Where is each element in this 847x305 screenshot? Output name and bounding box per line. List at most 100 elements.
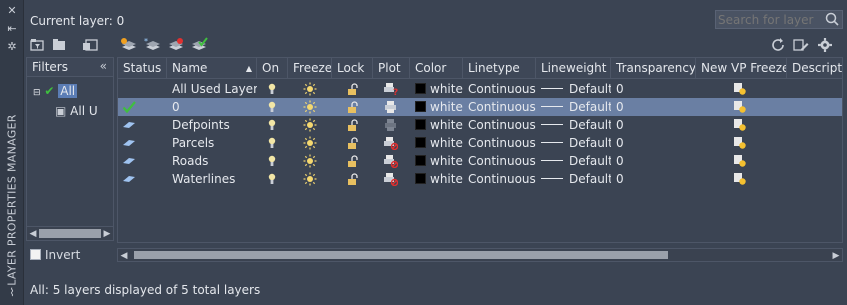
grid-scrollbar[interactable]: ◀ ▶: [117, 248, 843, 262]
unlock-icon[interactable]: [346, 154, 360, 168]
layer-lineweight[interactable]: Default: [536, 134, 611, 152]
properties-gear-icon[interactable]: ✲: [5, 40, 19, 54]
layer-icon[interactable]: [122, 136, 136, 150]
search-icon[interactable]: [824, 11, 840, 27]
new-vp-freeze-icon[interactable]: [733, 118, 747, 132]
filter-tree-all-used[interactable]: ▣ All U: [55, 104, 98, 122]
layer-transparency[interactable]: 0: [611, 80, 696, 98]
layer-row[interactable]: Parcels white Continuous Default 0: [118, 134, 842, 152]
layer-lineweight[interactable]: Default: [536, 98, 611, 116]
auto-hide-icon[interactable]: ⇤: [5, 22, 19, 36]
printer-icon[interactable]: [384, 100, 398, 114]
layer-linetype[interactable]: Continuous: [463, 80, 536, 98]
col-freeze[interactable]: Freeze: [288, 58, 332, 79]
col-description[interactable]: Descripti: [787, 58, 842, 79]
col-plot[interactable]: Plot: [373, 58, 410, 79]
layer-icon[interactable]: [122, 154, 136, 168]
sun-thaw-icon[interactable]: [303, 82, 317, 96]
layer-name[interactable]: All Used Layers: [167, 80, 257, 98]
sun-thaw-icon[interactable]: [303, 154, 317, 168]
filters-scrollbar[interactable]: ◀ ▶: [27, 226, 113, 240]
layer-lineweight[interactable]: Default: [536, 116, 611, 134]
new-vp-freeze-icon[interactable]: [733, 100, 747, 114]
refresh-icon[interactable]: [770, 37, 788, 53]
lightbulb-on-icon[interactable]: [265, 136, 279, 150]
layer-row[interactable]: Waterlines white Continuous Default 0: [118, 170, 842, 188]
layer-color[interactable]: white: [410, 116, 463, 134]
scroll-left-icon[interactable]: ◀: [118, 249, 130, 263]
tree-collapse-icon[interactable]: ⊟: [33, 88, 41, 98]
set-current-icon[interactable]: [190, 37, 208, 53]
layer-name[interactable]: 0: [167, 98, 257, 116]
layer-lineweight[interactable]: Default: [536, 152, 611, 170]
printer-no-plot-icon[interactable]: [384, 172, 399, 187]
new-layer-icon[interactable]: [120, 37, 138, 53]
scroll-thumb[interactable]: [134, 251, 668, 259]
lightbulb-on-icon[interactable]: [265, 154, 279, 168]
col-status[interactable]: Status: [118, 58, 167, 79]
lightbulb-on-icon[interactable]: [265, 82, 279, 96]
unlock-icon[interactable]: [346, 136, 360, 150]
layer-linetype[interactable]: Continuous: [463, 134, 536, 152]
layer-color[interactable]: white: [410, 152, 463, 170]
lightbulb-on-icon[interactable]: [265, 172, 279, 186]
layer-color[interactable]: white: [410, 170, 463, 188]
layer-row[interactable]: Roads white Continuous Default 0: [118, 152, 842, 170]
collapse-filters-icon[interactable]: «: [100, 59, 107, 73]
layer-row[interactable]: 0 white Continuous Default 0: [118, 98, 842, 116]
layer-settings-icon[interactable]: [792, 37, 810, 53]
invert-checkbox[interactable]: [30, 249, 41, 260]
layer-color[interactable]: white: [410, 98, 463, 116]
new-vp-freeze-icon[interactable]: [733, 82, 747, 96]
scroll-right-icon[interactable]: ▶: [830, 249, 842, 263]
layer-name[interactable]: Parcels: [167, 134, 257, 152]
new-vp-freeze-icon[interactable]: [733, 172, 747, 186]
new-layer-vp-frozen-icon[interactable]: *: [144, 37, 162, 53]
printer-no-plot-icon[interactable]: [384, 118, 398, 132]
col-lock[interactable]: Lock: [332, 58, 373, 79]
unlock-icon[interactable]: [346, 100, 360, 114]
new-vp-freeze-icon[interactable]: [733, 136, 747, 150]
sun-thaw-icon[interactable]: [303, 100, 317, 114]
unlock-icon[interactable]: [346, 82, 360, 96]
new-group-filter-icon[interactable]: [51, 37, 69, 53]
scroll-thumb[interactable]: [39, 229, 101, 238]
filter-tree-all[interactable]: ⊟ ✔ All: [33, 84, 78, 102]
layer-lineweight[interactable]: Default: [536, 170, 611, 188]
layer-linetype[interactable]: Continuous: [463, 116, 536, 134]
layer-icon[interactable]: [122, 118, 136, 132]
close-icon[interactable]: ✕: [5, 4, 19, 18]
col-lineweight[interactable]: Lineweight: [536, 58, 611, 79]
printer-no-plot-icon[interactable]: [384, 136, 399, 151]
gear-icon[interactable]: [816, 37, 834, 53]
layer-icon[interactable]: [122, 172, 136, 186]
scroll-right-icon[interactable]: ▶: [101, 227, 113, 241]
col-new-vp-freeze[interactable]: New VP Freeze: [696, 58, 787, 79]
layer-linetype[interactable]: Continuous: [463, 170, 536, 188]
layer-row[interactable]: Defpoints white Continuous Default 0: [118, 116, 842, 134]
invert-filter[interactable]: Invert: [30, 248, 80, 262]
layer-linetype[interactable]: Continuous: [463, 98, 536, 116]
layer-transparency[interactable]: 0: [611, 170, 696, 188]
layer-transparency[interactable]: 0: [611, 98, 696, 116]
unlock-icon[interactable]: [346, 118, 360, 132]
col-name[interactable]: Name ▲: [167, 58, 257, 79]
sun-thaw-icon[interactable]: [303, 118, 317, 132]
col-linetype[interactable]: Linetype: [463, 58, 536, 79]
layer-name[interactable]: Waterlines: [167, 170, 257, 188]
current-layer-check-icon[interactable]: [122, 100, 136, 114]
new-property-filter-icon[interactable]: [29, 37, 47, 53]
layer-transparency[interactable]: 0: [611, 152, 696, 170]
layer-color[interactable]: white: [410, 134, 463, 152]
scroll-left-icon[interactable]: ◀: [27, 227, 39, 241]
layer-transparency[interactable]: 0: [611, 134, 696, 152]
lightbulb-on-icon[interactable]: [265, 100, 279, 114]
layer-lineweight[interactable]: Default: [536, 80, 611, 98]
layer-color[interactable]: white: [410, 80, 463, 98]
new-vp-freeze-icon[interactable]: [733, 154, 747, 168]
layer-linetype[interactable]: Continuous: [463, 152, 536, 170]
lightbulb-on-icon[interactable]: [265, 118, 279, 132]
sun-thaw-icon[interactable]: [303, 172, 317, 186]
layer-name[interactable]: Defpoints: [167, 116, 257, 134]
palette-menu-icon[interactable]: ⌇: [5, 286, 19, 300]
